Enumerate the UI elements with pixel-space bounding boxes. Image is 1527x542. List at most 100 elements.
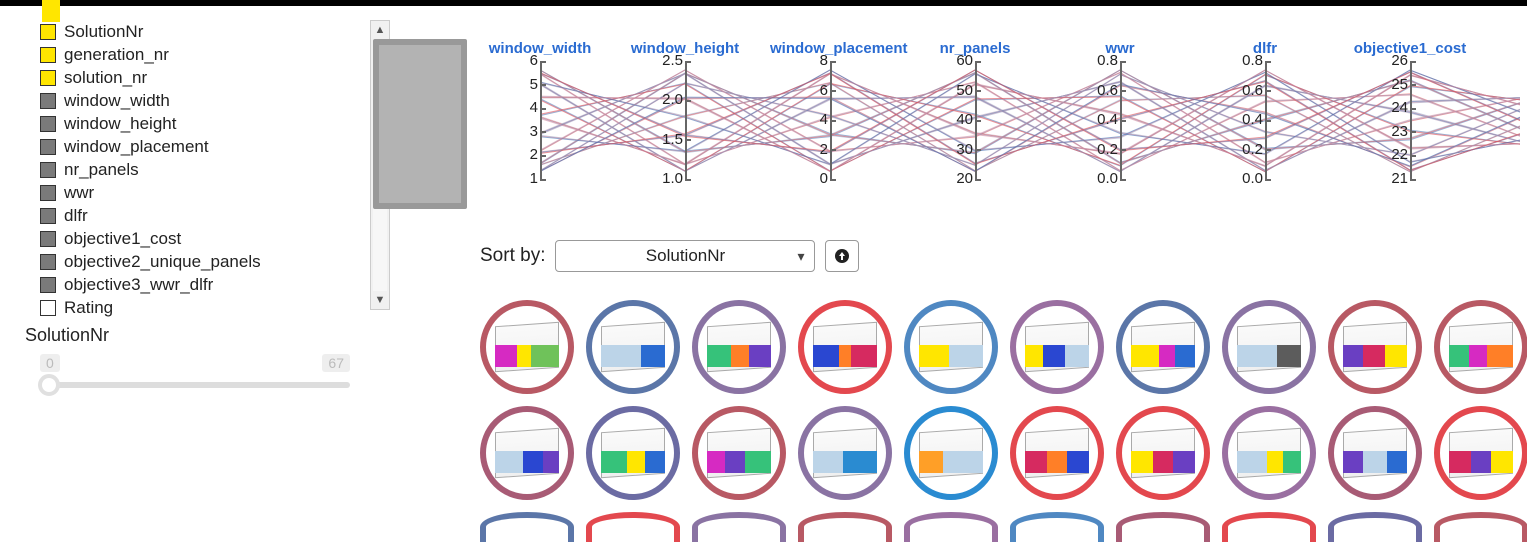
pc-axis[interactable]: window_height2.52.01.51.0 xyxy=(625,40,745,57)
thumbnail-preview xyxy=(813,324,877,370)
selection-marker xyxy=(42,0,60,22)
solution-thumbnail[interactable] xyxy=(1328,406,1422,500)
pc-axis[interactable]: window_width654321 xyxy=(480,40,600,57)
variable-item[interactable]: wwr xyxy=(40,181,390,204)
pc-tick: 2.0 xyxy=(635,91,683,108)
solution-thumbnail[interactable] xyxy=(692,512,786,542)
pc-tick: 2.5 xyxy=(635,52,683,69)
pc-tick: 0.8 xyxy=(1215,52,1263,69)
slider-handle[interactable] xyxy=(38,374,60,396)
pc-tick: 0.6 xyxy=(1215,82,1263,99)
pc-tick: 23 xyxy=(1360,123,1408,140)
pc-tick: 20 xyxy=(925,170,973,187)
solution-thumbnail[interactable] xyxy=(1222,512,1316,542)
solution-thumbnail[interactable] xyxy=(1434,406,1527,500)
solution-thumbnail[interactable] xyxy=(480,512,574,542)
solution-thumbnail[interactable] xyxy=(692,300,786,394)
pc-axis[interactable]: objective1_cost262524232221 xyxy=(1350,40,1470,57)
solution-thumbnail[interactable] xyxy=(1010,406,1104,500)
pc-tick: 50 xyxy=(925,82,973,99)
solution-thumbnail[interactable] xyxy=(1434,512,1527,542)
variable-checkbox[interactable] xyxy=(40,70,56,86)
variable-checkbox[interactable] xyxy=(40,185,56,201)
sort-select[interactable]: SolutionNr ▾ xyxy=(555,240,815,272)
solution-thumbnail[interactable] xyxy=(1222,406,1316,500)
solution-thumbnail[interactable] xyxy=(1116,406,1210,500)
variable-item[interactable]: window_width xyxy=(40,89,390,112)
variable-checkbox[interactable] xyxy=(40,24,56,40)
variable-checkbox[interactable] xyxy=(40,116,56,132)
pc-tick: 25 xyxy=(1360,76,1408,93)
scroll-thumb[interactable] xyxy=(373,39,467,209)
solution-thumbnail[interactable] xyxy=(798,512,892,542)
solution-thumbnail[interactable] xyxy=(798,300,892,394)
variable-item[interactable]: objective2_unique_panels xyxy=(40,250,390,273)
solution-thumbnail[interactable] xyxy=(1116,300,1210,394)
thumbnail-preview xyxy=(601,324,665,370)
window-top-bar xyxy=(0,0,1527,6)
variable-checkbox[interactable] xyxy=(40,139,56,155)
variable-item[interactable]: generation_nr xyxy=(40,43,390,66)
solution-thumbnail[interactable] xyxy=(480,406,574,500)
variable-checkbox[interactable] xyxy=(40,300,56,316)
variable-checkbox[interactable] xyxy=(40,47,56,63)
pc-tick: 8 xyxy=(780,52,828,69)
solution-thumbnail[interactable] xyxy=(586,300,680,394)
pc-axis[interactable]: objecti xyxy=(1495,40,1527,57)
thumbnail-preview xyxy=(707,324,771,370)
solution-thumbnail[interactable] xyxy=(1328,512,1422,542)
solution-thumbnail[interactable] xyxy=(586,512,680,542)
sidebar-scrollbar[interactable]: ▲ ▼ xyxy=(370,20,390,310)
variable-item[interactable]: dlfr xyxy=(40,204,390,227)
solution-thumbnail[interactable] xyxy=(1434,300,1527,394)
solution-thumbnail[interactable] xyxy=(1010,512,1104,542)
variable-item[interactable]: Rating xyxy=(40,296,390,319)
thumbnail-preview xyxy=(1449,324,1513,370)
solution-thumbnail[interactable] xyxy=(1116,512,1210,542)
pc-tick: 4 xyxy=(780,111,828,128)
variable-label: objective1_cost xyxy=(64,229,181,249)
pc-axis-title[interactable]: objecti xyxy=(1495,40,1527,57)
variable-item[interactable]: window_height xyxy=(40,112,390,135)
slider-track[interactable] xyxy=(40,382,350,388)
solution-thumbnail[interactable] xyxy=(798,406,892,500)
solution-thumbnail[interactable] xyxy=(586,406,680,500)
thumbnail-preview xyxy=(1343,324,1407,370)
solution-thumbnail[interactable] xyxy=(480,300,574,394)
slider-rail[interactable]: 0 67 xyxy=(40,352,350,378)
variable-label: Rating xyxy=(64,298,113,318)
solution-thumbnail[interactable] xyxy=(1222,300,1316,394)
solution-thumbnail[interactable] xyxy=(1010,300,1104,394)
variable-checkbox[interactable] xyxy=(40,208,56,224)
scroll-track[interactable] xyxy=(373,39,387,291)
pc-axis[interactable]: dlfr0.80.60.40.20.0 xyxy=(1205,40,1325,57)
sort-direction-button[interactable] xyxy=(825,240,859,272)
pc-axis[interactable]: wwr0.80.60.40.20.0 xyxy=(1060,40,1180,57)
solution-thumbnail[interactable] xyxy=(904,406,998,500)
variable-item[interactable]: SolutionNr xyxy=(40,20,390,43)
filter-slider: SolutionNr 0 67 xyxy=(40,325,390,378)
scroll-up-icon[interactable]: ▲ xyxy=(371,21,389,39)
variable-checkbox[interactable] xyxy=(40,93,56,109)
variable-item[interactable]: objective1_cost xyxy=(40,227,390,250)
main-panel: window_width654321 window_height2.52.01.5… xyxy=(480,40,1527,190)
variable-checkbox[interactable] xyxy=(40,254,56,270)
scroll-down-icon[interactable]: ▼ xyxy=(371,291,389,309)
variable-item[interactable]: solution_nr xyxy=(40,66,390,89)
solution-thumbnail[interactable] xyxy=(1328,300,1422,394)
variable-item[interactable]: window_placement xyxy=(40,135,390,158)
thumbnail-preview xyxy=(1237,430,1301,476)
variable-checkbox[interactable] xyxy=(40,277,56,293)
variable-checkbox[interactable] xyxy=(40,162,56,178)
variable-label: window_width xyxy=(64,91,170,111)
pc-tick: 26 xyxy=(1360,52,1408,69)
variable-checkbox[interactable] xyxy=(40,231,56,247)
variable-item[interactable]: nr_panels xyxy=(40,158,390,181)
solution-thumbnail[interactable] xyxy=(904,300,998,394)
variable-item[interactable]: objective3_wwr_dlfr xyxy=(40,273,390,296)
solution-thumbnail[interactable] xyxy=(692,406,786,500)
parallel-coordinates-chart[interactable]: window_width654321 window_height2.52.01.5… xyxy=(480,40,1520,190)
solution-thumbnail[interactable] xyxy=(904,512,998,542)
pc-axis[interactable]: window_placement86420 xyxy=(770,40,890,57)
pc-axis[interactable]: nr_panels6050403020 xyxy=(915,40,1035,57)
